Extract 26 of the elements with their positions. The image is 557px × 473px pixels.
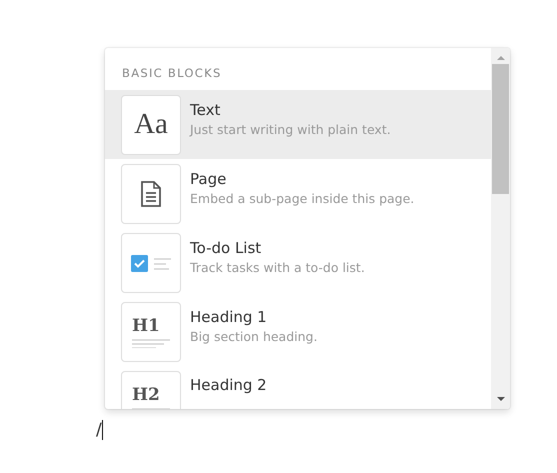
checkbox-list-icon (130, 252, 172, 272)
block-option[interactable]: H2 Heading 2 (105, 366, 491, 409)
document-icon (140, 180, 162, 206)
typed-text: / (96, 420, 102, 440)
block-icon: H1 (121, 302, 181, 362)
option-title: Page (190, 170, 228, 188)
option-title: To-do List (190, 238, 262, 256)
scroll-down-icon[interactable] (496, 397, 504, 401)
block-option[interactable]: Aa Text Just start writing with plain text. (105, 90, 491, 159)
text-lines-icon (132, 338, 170, 348)
scroll-up-icon[interactable] (496, 56, 504, 60)
option-description: Track tasks with a to-do list. (190, 260, 365, 274)
option-description: Embed a sub-page inside this page. (190, 190, 414, 206)
section-title: BASIC BLOCKS (121, 65, 223, 82)
option-title: Text (190, 100, 222, 118)
block-option[interactable]: Page Embed a sub-page inside this page. (105, 159, 491, 228)
block-icon: H2 (121, 370, 181, 409)
scrollbar[interactable] (491, 48, 510, 409)
block-option[interactable]: To-do List Track tasks with a to-do list. (105, 228, 491, 297)
option-title: Heading 2 (190, 376, 267, 394)
option-description: Just start writing with plain text. (190, 122, 391, 136)
block-icon: Aa (121, 94, 181, 154)
block-option[interactable]: H1 Heading 1 Big section heading. (105, 297, 491, 366)
text-cursor (102, 420, 103, 440)
option-title: Heading 1 (190, 308, 268, 326)
option-description: Big section heading. (190, 328, 318, 344)
